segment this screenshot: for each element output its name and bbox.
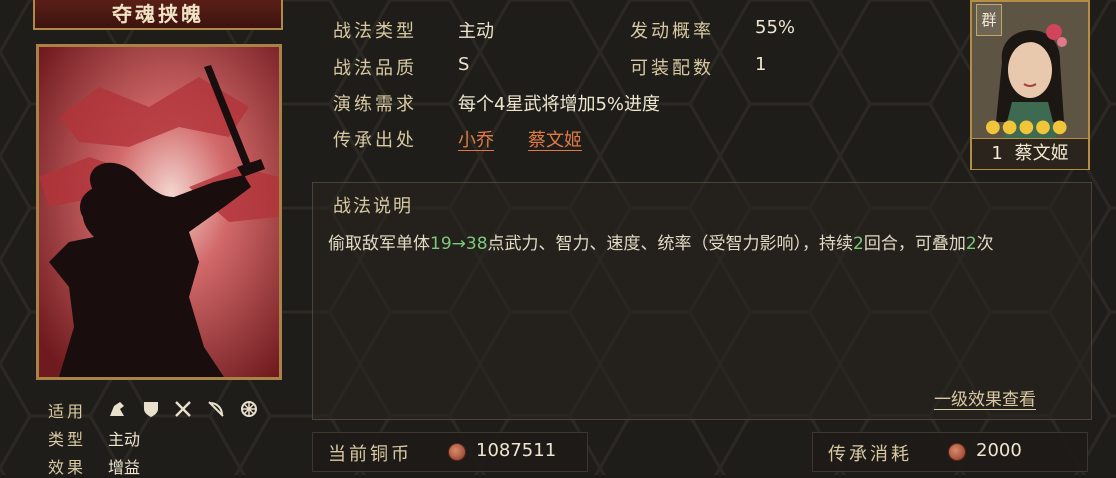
train-label: 演练需求: [333, 94, 417, 115]
wheel-icon: [240, 400, 258, 422]
train-value: 每个4星武将增加5%进度: [458, 94, 661, 115]
coins-label: 当前铜币: [328, 444, 412, 465]
equip-value: 1: [755, 54, 767, 75]
applicable-label: 适用: [48, 402, 87, 421]
star-icon: ●: [1035, 116, 1052, 137]
general-stars: ●●●●●: [985, 116, 1069, 137]
skill-card-art: [36, 44, 282, 380]
type-label: 战法类型: [333, 21, 417, 42]
bow-icon: [207, 400, 225, 422]
shield-icon: [143, 400, 159, 422]
effect-label: 效果: [48, 458, 87, 477]
star-icon: ●: [985, 116, 1002, 137]
cavalry-icon: [108, 400, 128, 422]
crossed-swords-icon: [174, 400, 192, 422]
source-label: 传承出处: [333, 130, 417, 151]
copper-coin-icon: [448, 443, 466, 461]
source-link-caiwenji[interactable]: 蔡文姬: [528, 126, 582, 152]
star-icon: ●: [1051, 116, 1069, 137]
effect-value: 增益: [108, 458, 141, 477]
rate-value: 55%: [755, 17, 796, 38]
general-name: 蔡文姬: [1014, 143, 1069, 164]
faction-badge: 群: [976, 4, 1002, 36]
kind-value: 主动: [108, 430, 141, 449]
description-title: 战法说明: [333, 196, 413, 217]
desc-part: 偷取敌军单体: [328, 234, 430, 254]
quality-value: S: [458, 54, 470, 75]
desc-part: 次: [976, 234, 994, 254]
desc-duration: 2: [853, 234, 864, 254]
desc-stacks: 2: [965, 234, 977, 254]
desc-part: 点武力、智力、速度、统率（受智力影响），持续: [487, 234, 854, 254]
star-icon: ●: [1001, 116, 1019, 137]
quality-label: 战法品质: [333, 58, 417, 79]
applicable-icons: [108, 400, 268, 422]
source-link-xiaoqiao[interactable]: 小乔: [458, 126, 494, 152]
general-level: 1: [991, 143, 1003, 164]
warrior-silhouette-art: [39, 47, 279, 377]
desc-part: 回合，可叠加: [863, 234, 966, 254]
rate-label: 发动概率: [630, 21, 714, 42]
star-icon: ●: [1018, 116, 1036, 137]
kind-label: 类型: [48, 430, 87, 449]
desc-range: 19→38: [430, 234, 488, 254]
level-effect-link[interactable]: 一级效果查看: [934, 385, 1036, 410]
copper-coin-icon: [948, 443, 966, 461]
type-value: 主动: [458, 21, 494, 42]
equip-label: 可装配数: [630, 58, 714, 79]
general-name-plate: 1 蔡文姬: [972, 138, 1088, 169]
description-text: 偷取敌军单体19→38点武力、智力、速度、统率（受智力影响），持续2回合，可叠加…: [328, 228, 1068, 260]
cost-value: 2000: [976, 440, 1022, 461]
skill-name: 夺魂挟魄: [112, 2, 204, 26]
cost-label: 传承消耗: [828, 444, 912, 465]
skill-name-plate: 夺魂挟魄: [33, 0, 283, 30]
coins-value: 1087511: [476, 440, 557, 461]
